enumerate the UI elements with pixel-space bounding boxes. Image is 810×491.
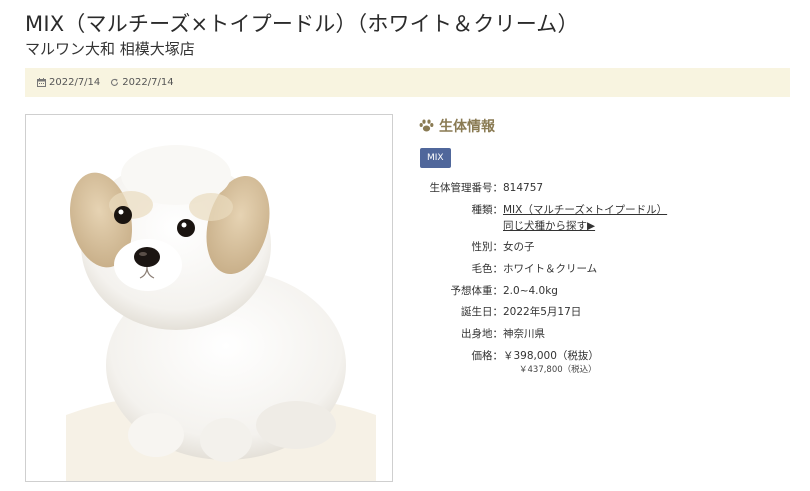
detail-value: 女の子 <box>503 241 535 253</box>
calendar-icon <box>37 78 46 87</box>
same-breed-link[interactable]: 同じ犬種から探す▶ <box>503 219 595 234</box>
updated-date-text: 2022/7/14 <box>122 77 174 88</box>
detail-value: 2.0~4.0kg <box>503 285 558 297</box>
store-name: マルワン大和 相模大塚店 <box>25 40 195 58</box>
detail-value: 神奈川県 <box>503 328 545 340</box>
detail-value: 814757 <box>503 182 544 194</box>
price-value: ￥398,000（税抜） <box>503 350 599 362</box>
posted-date: 2022/7/14 <box>37 77 100 88</box>
paw-icon <box>419 119 434 132</box>
posted-date-text: 2022/7/14 <box>49 77 101 88</box>
page-title: MIX（マルチーズ×トイプードル）（ホワイト＆クリーム） <box>25 12 579 36</box>
info-heading-text: 生体情報 <box>439 119 495 135</box>
detail-label: 誕生日： <box>461 306 503 318</box>
updated-date: 2022/7/14 <box>110 77 174 88</box>
price-tax-included: ￥437,800（税込） <box>519 365 597 375</box>
breed-tag[interactable]: MIX <box>420 148 451 168</box>
detail-value: ホワイト＆クリーム <box>503 263 598 275</box>
detail-label: 種類： <box>471 204 504 216</box>
detail-label: 性別： <box>471 241 504 253</box>
detail-label: 生体管理番号： <box>429 182 504 194</box>
detail-label: 予想体重： <box>450 285 504 297</box>
puppy-photo[interactable] <box>25 114 393 482</box>
refresh-icon <box>111 78 119 86</box>
detail-label: 価格： <box>471 350 504 362</box>
detail-value: 2022年5月17日 <box>503 306 582 318</box>
puppy-image <box>26 115 392 481</box>
info-heading: 生体情報 <box>419 116 495 136</box>
date-bar: 2022/7/14 2022/7/14 <box>25 68 790 97</box>
detail-label: 出身地： <box>461 328 503 340</box>
detail-label: 毛色： <box>471 263 504 275</box>
breed-link[interactable]: MIX（マルチーズ×トイプードル） <box>503 203 667 218</box>
